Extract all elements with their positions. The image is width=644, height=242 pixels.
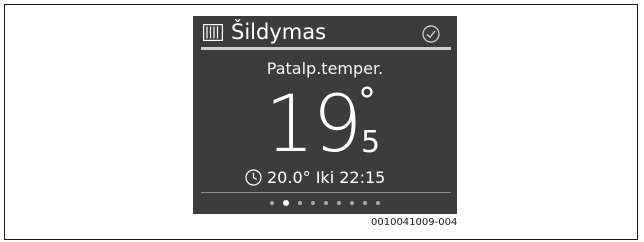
screen-header: Šildymas [193,16,457,48]
bottom-divider [201,192,451,193]
temperature-label: Patalp.temper. [266,59,384,78]
schedule-text: 20.0° Iki 22:15 [267,168,386,187]
temperature-decimal: 5 [361,125,381,160]
page-dot [270,201,274,205]
room-temperature-display: 19 ° 5 [261,82,401,168]
page-dot [376,201,380,205]
page-dot-active [283,200,289,206]
page-dot [311,201,315,205]
page-indicator [193,199,457,207]
page-dot [337,201,341,205]
header-divider [201,47,451,50]
page-dot [363,201,367,205]
page-dot [298,201,302,205]
thermostat-screen: Šildymas Patalp.temper. 19 ° 5 20.0° Iki… [193,16,457,214]
figure-code: 0010041009-004 [371,217,458,228]
clock-icon [245,169,262,186]
page-dot [350,201,354,205]
temperature-integer: 19 [265,80,362,170]
screen-title: Šildymas [231,20,327,44]
temperature-degree-symbol: ° [358,81,376,122]
check-circle-icon[interactable] [422,25,440,43]
radiator-icon [203,24,223,41]
page-dot [324,201,328,205]
